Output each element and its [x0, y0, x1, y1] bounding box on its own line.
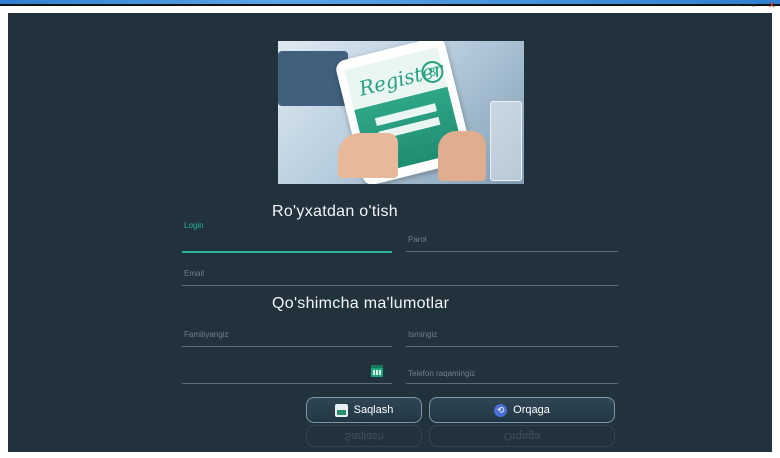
save-button[interactable]: Saqlash — [306, 397, 422, 423]
calendar-icon[interactable] — [371, 365, 383, 377]
extra-info-title: Qo'shimcha ma'lumotlar — [272, 295, 450, 312]
maximize-icon[interactable]: ▫ — [752, 0, 755, 10]
email-underline — [182, 285, 618, 286]
back-button-reflection: Orqaga — [429, 425, 615, 447]
login-label: Login — [184, 221, 204, 230]
window-titlebar: – ▫ ✕ — [0, 0, 780, 12]
phone-field[interactable]: Telefon raqamingiz — [406, 363, 618, 384]
hero-glass — [490, 101, 522, 181]
login-field[interactable]: Login — [182, 217, 392, 253]
phone-underline — [406, 383, 618, 384]
surname-field[interactable]: Familiyangiz — [182, 326, 392, 347]
surname-label: Familiyangiz — [184, 330, 229, 339]
hero-hand — [438, 131, 486, 181]
email-field[interactable]: Email — [182, 265, 618, 286]
email-label: Email — [184, 269, 205, 278]
birthdate-underline — [182, 383, 392, 384]
close-icon[interactable]: ✕ — [768, 0, 776, 10]
name-field[interactable]: Ismingiz — [406, 326, 618, 347]
back-button-label: Orqaga — [513, 404, 550, 416]
save-button-label: Saqlash — [353, 404, 394, 416]
birthdate-field[interactable] — [182, 363, 392, 384]
surname-underline — [182, 346, 392, 347]
titlebar-border — [0, 4, 780, 6]
name-label: Ismingiz — [408, 330, 438, 339]
save-icon — [334, 403, 348, 417]
login-underline — [182, 251, 392, 253]
registration-window: Register 8 Ro'yxatdan o'tish Login Parol… — [8, 13, 772, 452]
password-label: Parol — [408, 235, 427, 244]
name-underline — [406, 346, 618, 347]
password-field[interactable]: Parol — [406, 231, 618, 252]
back-button[interactable]: ⟲ Orqaga — [429, 397, 615, 423]
save-button-reflection: Saqlash — [306, 425, 422, 447]
phone-label: Telefon raqamingiz — [408, 369, 476, 378]
back-arrow-icon: ⟲ — [494, 403, 508, 417]
back-reflection-label: Orqaga — [503, 430, 541, 442]
minimize-icon[interactable]: – — [734, 0, 739, 10]
hero-hand — [338, 133, 398, 178]
save-reflection-label: Saqlash — [344, 430, 384, 442]
password-underline — [406, 251, 618, 252]
register-hero-image: Register 8 — [278, 41, 524, 184]
